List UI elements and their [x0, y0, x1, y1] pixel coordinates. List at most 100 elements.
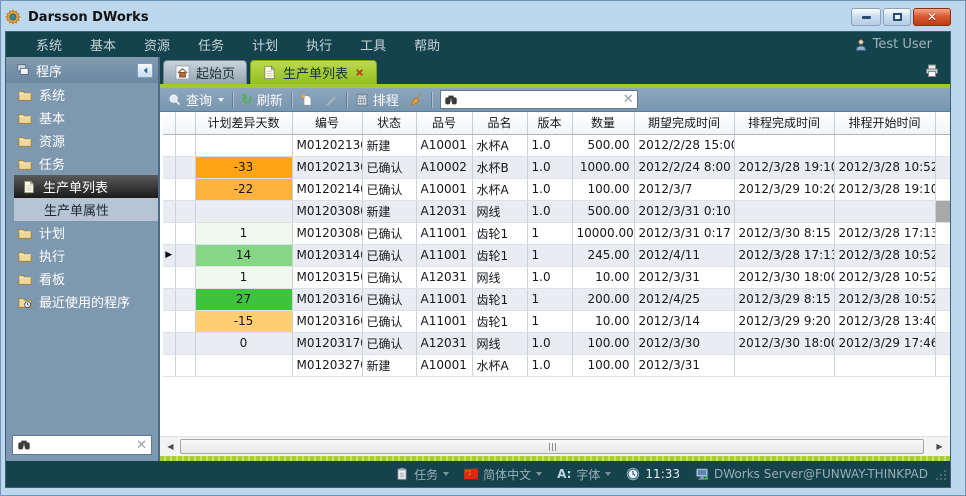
table-row[interactable]: 27M012031601已确认A11001齿轮11200.002012/4/25… — [163, 288, 950, 310]
cell-item_name[interactable]: 水杯A — [472, 354, 527, 376]
cell-expected[interactable]: 2012/3/30 — [634, 332, 734, 354]
cell-code[interactable]: M012031701 — [292, 332, 362, 354]
cell-status[interactable]: 已确认 — [362, 156, 416, 178]
column-header[interactable]: 品号 — [416, 112, 472, 134]
cell-diff[interactable]: 14 — [195, 244, 292, 266]
sidebar-item[interactable]: 看板 — [6, 267, 158, 290]
menu-item[interactable]: 工具 — [346, 32, 400, 57]
cell-item_no[interactable]: A12031 — [416, 266, 472, 288]
scroll-right-arrow[interactable]: ▶ — [932, 439, 947, 454]
cell-version[interactable]: 1.0 — [527, 178, 572, 200]
cell-status[interactable]: 新建 — [362, 200, 416, 222]
cell-code[interactable]: M012031402 — [292, 244, 362, 266]
cell-item_no[interactable]: A10001 — [416, 178, 472, 200]
cell-start[interactable]: 2012/3/28 17:13 — [834, 222, 935, 244]
cell-status[interactable]: 已确认 — [362, 332, 416, 354]
column-header[interactable]: 编号 — [292, 112, 362, 134]
cell-finish[interactable]: 2012/3/29 8:15 — [734, 288, 834, 310]
cell-start[interactable]: 2012/3/28 10:52 — [834, 244, 935, 266]
cell-code[interactable]: M012021401 — [292, 178, 362, 200]
cell-item_no[interactable]: A11001 — [416, 288, 472, 310]
cell-item_name[interactable]: 齿轮1 — [472, 244, 527, 266]
sidebar-item[interactable]: 生产单属性 — [14, 198, 158, 221]
table-row[interactable]: 1M012030802已确认A11001齿轮1110000.002012/3/3… — [163, 222, 950, 244]
cell-expected[interactable]: 2012/3/31 — [634, 266, 734, 288]
cell-item_name[interactable]: 水杯B — [472, 156, 527, 178]
table-row[interactable]: -22M012021401已确认A10001水杯A1.0100.002012/3… — [163, 178, 950, 200]
cell-finish[interactable]: 2012/3/28 19:10 — [734, 156, 834, 178]
cell-item_no[interactable]: A11001 — [416, 310, 472, 332]
cell-item_name[interactable]: 水杯A — [472, 178, 527, 200]
cell-qty[interactable]: 10.00 — [572, 310, 634, 332]
cell-extra[interactable] — [935, 332, 950, 354]
cell-code[interactable]: M012031602 — [292, 310, 362, 332]
cell-item_no[interactable]: A10001 — [416, 134, 472, 156]
cell-code[interactable]: M012030802 — [292, 222, 362, 244]
scrollbar-thumb[interactable] — [180, 439, 924, 454]
cell-item_name[interactable]: 齿轮1 — [472, 222, 527, 244]
column-header[interactable]: 排程完成时间 — [734, 112, 834, 134]
cell-diff[interactable]: 1 — [195, 222, 292, 244]
cell-version[interactable]: 1.0 — [527, 134, 572, 156]
cell-status[interactable]: 已确认 — [362, 222, 416, 244]
cell-start[interactable]: 2012/3/28 13:40 — [834, 310, 935, 332]
cell-finish[interactable]: 2012/3/30 8:15 — [734, 222, 834, 244]
cell-version[interactable]: 1.0 — [527, 156, 572, 178]
table-row[interactable]: -15M012031602已确认A11001齿轮1110.002012/3/14… — [163, 310, 950, 332]
sidebar-item[interactable]: 任务 — [6, 152, 158, 175]
cell-extra[interactable] — [935, 244, 950, 266]
cell-diff[interactable]: 1 — [195, 266, 292, 288]
cell-expected[interactable]: 2012/3/14 — [634, 310, 734, 332]
cell-finish[interactable] — [734, 134, 834, 156]
toolbar-search-clear-button[interactable]: ✕ — [623, 93, 634, 106]
cell-version[interactable]: 1.0 — [527, 332, 572, 354]
cell-version[interactable]: 1.0 — [527, 354, 572, 376]
scroll-left-arrow[interactable]: ◀ — [163, 439, 178, 454]
sidebar-search-clear-button[interactable]: ✕ — [136, 439, 147, 452]
cell-extra[interactable] — [935, 134, 950, 156]
cell-extra[interactable] — [935, 310, 950, 332]
column-header[interactable]: 版本 — [527, 112, 572, 134]
close-button[interactable]: ✕ — [913, 8, 951, 26]
printer-icon[interactable] — [924, 63, 940, 79]
horizontal-scrollbar[interactable]: ◀ ▶ — [160, 436, 950, 456]
cell-status[interactable]: 已确认 — [362, 178, 416, 200]
cell-start[interactable] — [834, 200, 935, 222]
cell-start[interactable]: 2012/3/28 10:52 — [834, 156, 935, 178]
cell-item_no[interactable]: A12031 — [416, 332, 472, 354]
cell-version[interactable]: 1 — [527, 288, 572, 310]
sidebar-item[interactable]: 计划 — [6, 221, 158, 244]
cell-expected[interactable]: 2012/3/31 0:10 — [634, 200, 734, 222]
column-header[interactable]: 实 — [935, 112, 950, 134]
cell-finish[interactable] — [734, 200, 834, 222]
query-button[interactable]: 查询 — [166, 90, 226, 109]
cell-version[interactable]: 1 — [527, 310, 572, 332]
cell-expected[interactable]: 2012/2/24 8:00 — [634, 156, 734, 178]
cell-status[interactable]: 已确认 — [362, 244, 416, 266]
cell-extra[interactable] — [935, 266, 950, 288]
table-row[interactable]: 0M012031701已确认A12031网线1.0100.002012/3/30… — [163, 332, 950, 354]
table-row[interactable]: 1M012031501已确认A12031网线1.010.002012/3/312… — [163, 266, 950, 288]
column-header[interactable]: 品名 — [472, 112, 527, 134]
table-row[interactable]: M012030801新建A12031网线1.0500.002012/3/31 0… — [163, 200, 950, 222]
menu-item[interactable]: 执行 — [292, 32, 346, 57]
cell-version[interactable]: 1.0 — [527, 200, 572, 222]
column-header[interactable]: 期望完成时间 — [634, 112, 734, 134]
cell-finish[interactable]: 2012/3/30 18:00 — [734, 266, 834, 288]
column-header[interactable]: 排程开始时间 — [834, 112, 935, 134]
clean-button[interactable] — [407, 93, 425, 107]
cell-extra[interactable] — [935, 222, 950, 244]
cell-qty[interactable]: 100.00 — [572, 332, 634, 354]
cell-item_no[interactable]: A11001 — [416, 222, 472, 244]
cell-expected[interactable]: 2012/4/11 — [634, 244, 734, 266]
schedule-button[interactable]: 排程 — [353, 90, 401, 109]
cell-expected[interactable]: 2012/3/31 — [634, 354, 734, 376]
cell-qty[interactable]: 200.00 — [572, 288, 634, 310]
table-row[interactable]: M012021301新建A10001水杯A1.0500.002012/2/28 … — [163, 134, 950, 156]
status-item[interactable]: A:字体 — [557, 466, 611, 483]
cell-code[interactable]: M012031501 — [292, 266, 362, 288]
sidebar-item[interactable]: 基本 — [6, 106, 158, 129]
cell-start[interactable] — [834, 354, 935, 376]
table-row[interactable]: ▶14M012031402已确认A11001齿轮11245.002012/4/1… — [163, 244, 950, 266]
sidebar-item[interactable]: 系统 — [6, 83, 158, 106]
